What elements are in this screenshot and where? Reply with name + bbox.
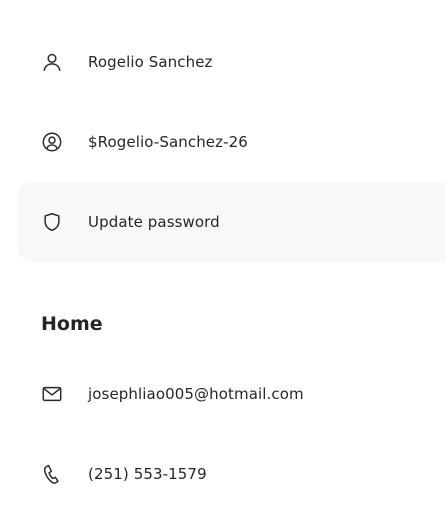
update-password-row[interactable]: Update password <box>17 182 445 262</box>
mail-icon <box>41 383 63 405</box>
phone-icon <box>41 463 63 485</box>
user-circle-icon <box>41 131 63 153</box>
cashtag-row[interactable]: $Rogelio-Sanchez-26 <box>17 102 445 182</box>
update-password-label: Update password <box>88 213 220 231</box>
person-icon <box>41 51 63 73</box>
email-label: josephliao005@hotmail.com <box>88 385 304 403</box>
phone-row[interactable]: (251) 553-1579 <box>17 434 445 514</box>
email-row[interactable]: josephliao005@hotmail.com <box>17 354 445 434</box>
cashtag-label: $Rogelio-Sanchez-26 <box>88 133 248 151</box>
profile-name-label: Rogelio Sanchez <box>88 53 213 71</box>
profile-name-row[interactable]: Rogelio Sanchez <box>17 22 445 102</box>
home-section-title: Home <box>41 313 103 335</box>
shield-icon <box>41 211 63 233</box>
phone-label: (251) 553-1579 <box>88 465 207 483</box>
